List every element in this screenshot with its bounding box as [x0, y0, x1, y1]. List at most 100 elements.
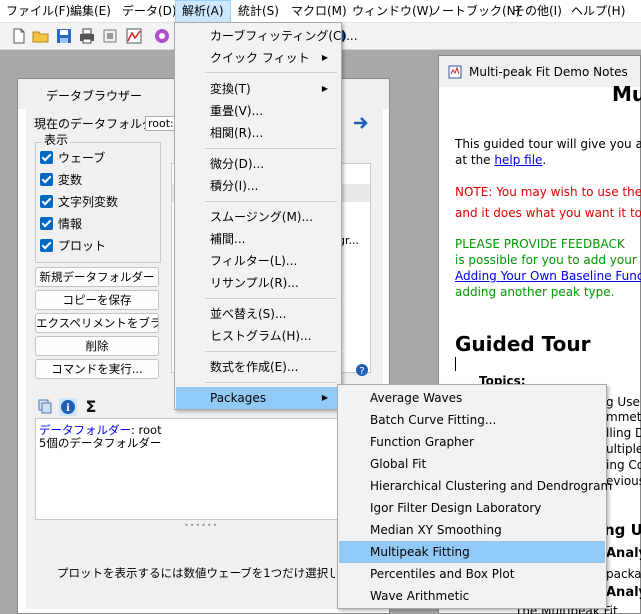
checkbox-variables[interactable]: 変数 [40, 173, 82, 189]
package-function-grapher[interactable]: Function Grapher [339, 431, 605, 453]
notes-subheading: Analy [606, 546, 641, 561]
checkbox-info[interactable]: 情報 [40, 217, 82, 233]
menu-item-differentiate[interactable]: 微分(D)... [176, 153, 340, 175]
package-wave-arithmetic[interactable]: Wave Arithmetic [339, 585, 605, 607]
page-setup-icon[interactable] [101, 27, 119, 45]
analysis-menu: カーブフィッティング(C)... クイック フィット ▶ 変換(T) ▶ 重畳(V)… [174, 22, 358, 410]
folder-count-text: 5個のデータフォルダー [39, 436, 162, 450]
menu-misc[interactable]: その他(I) [507, 0, 568, 23]
menu-item-histogram[interactable]: ヒストグラム(H)... [176, 325, 340, 347]
notes-section-heading: ng Us [604, 521, 641, 539]
package-global-fit[interactable]: Global Fit [339, 453, 605, 475]
notes-subheading: Analy [606, 585, 641, 600]
print-icon[interactable] [78, 27, 96, 45]
sigma-icon[interactable]: Σ [83, 398, 99, 414]
menu-help[interactable]: ヘルプ(H) [565, 0, 631, 23]
notes-fragment: ing Com [606, 458, 641, 472]
notes-fragment: ultiple [606, 442, 641, 456]
package-average-waves[interactable]: Average Waves [339, 387, 605, 409]
splitter-handle[interactable]: •••••• [184, 521, 218, 530]
new-file-icon[interactable] [10, 27, 28, 45]
checkbox-checked-icon [40, 217, 53, 230]
notes-fragment: packag [606, 567, 641, 581]
notes-feedback-line4: adding another peak type. [455, 285, 615, 299]
package-median-xy-smoothing[interactable]: Median XY Smoothing [339, 519, 605, 541]
open-folder-icon[interactable] [32, 27, 50, 45]
notes-paragraph-line2: at the help file. [455, 153, 547, 167]
checkbox-info-label: 情報 [58, 217, 83, 231]
package-batch-curve-fitting[interactable]: Batch Curve Fitting... [339, 409, 605, 431]
menu-separator [205, 351, 337, 352]
submenu-arrow-icon: ▶ [321, 393, 328, 402]
menu-analysis[interactable]: 解析(A) [175, 0, 231, 23]
menu-item-sort[interactable]: 並べ替え(S)... [176, 303, 340, 325]
current-folder-field[interactable]: root: [145, 116, 175, 131]
checkbox-waves[interactable]: ウェーブ [40, 151, 105, 167]
notebook-icon [448, 65, 462, 79]
menu-item-quick-fit[interactable]: クイック フィット ▶ [176, 47, 340, 69]
menu-separator [205, 72, 337, 73]
copy-icon[interactable] [37, 398, 53, 414]
checkbox-waves-label: ウェーブ [58, 151, 106, 165]
help-icon[interactable]: ? [355, 363, 369, 377]
menu-data[interactable]: データ(D) [116, 0, 183, 23]
menu-macros[interactable]: マクロ(M) [285, 0, 353, 23]
svg-text:?: ? [359, 366, 364, 377]
data-browser-title: データブラウザー [46, 89, 143, 103]
menu-separator [205, 382, 337, 383]
notes-fragment: mmetric [606, 410, 641, 424]
baseline-func-link[interactable]: Adding Your Own Baseline Func [455, 269, 641, 283]
checkbox-plot[interactable]: プロット [40, 239, 106, 255]
menu-item-interpolate[interactable]: 補間... [176, 228, 340, 250]
checkbox-checked-icon [40, 239, 53, 252]
info-panel: データフォルダー: root 5個のデータフォルダー [35, 418, 359, 520]
menu-item-convolve[interactable]: 重畳(V)... [176, 100, 340, 122]
notes-note-line1: NOTE: You may wish to use the [455, 185, 641, 199]
notes-feedback-line1: PLEASE PROVIDE FEEDBACK [455, 237, 625, 251]
browse-experiment-button[interactable]: エクスペリメントをブラウズ... [35, 313, 159, 333]
delete-button[interactable]: 削除 [35, 336, 159, 356]
graph-icon[interactable] [125, 27, 143, 45]
color-wheel-icon[interactable] [153, 27, 171, 45]
package-percentiles-box-plot[interactable]: Percentiles and Box Plot [339, 563, 605, 585]
save-copy-button[interactable]: コピーを保存 [35, 290, 159, 310]
menu-item-curve-fitting[interactable]: カーブフィッティング(C)... [176, 25, 358, 47]
menu-item-filter[interactable]: フィルター(L)... [176, 250, 340, 272]
checkbox-checked-icon [40, 173, 53, 186]
execute-command-button[interactable]: コマンドを実行... [35, 359, 159, 379]
notes-feedback-line3: Adding Your Own Baseline Func [455, 269, 641, 283]
notes-heading: Mul [612, 82, 641, 106]
save-icon[interactable] [55, 27, 73, 45]
menu-edit[interactable]: 編集(E) [64, 0, 117, 23]
menu-item-compose-expression[interactable]: 数式を作成(E)... [176, 356, 340, 378]
arrow-right-icon[interactable] [352, 115, 370, 131]
plot-hint-text: プロットを表示するには数値ウェーブを1つだけ選択してください [57, 566, 335, 580]
menu-item-correlate[interactable]: 相関(R)... [176, 122, 340, 144]
notes-title: Multi-peak Fit Demo Notes [469, 65, 628, 79]
notes-paragraph: This guided tour will give you an [455, 137, 641, 151]
new-data-folder-button[interactable]: 新規データフォルダー [35, 267, 159, 287]
notes-note-line2: and it does what you want it to d [455, 206, 641, 220]
submenu-arrow-icon: ▶ [321, 53, 328, 62]
menu-item-resample[interactable]: リサンプル(R)... [176, 272, 340, 294]
svg-text:Σ: Σ [86, 398, 97, 414]
package-hierarchical-clustering[interactable]: Hierarchical Clustering and Dendrogram [339, 475, 612, 497]
info-icon[interactable]: i [59, 398, 77, 416]
menu-item-integrate[interactable]: 積分(I)... [176, 175, 340, 197]
checkbox-strings-label: 文字列変数 [58, 195, 119, 209]
package-filter-design-lab[interactable]: Igor Filter Design Laboratory [339, 497, 605, 519]
notes-fragment: lling D [606, 426, 641, 440]
help-file-link[interactable]: help file [494, 153, 542, 167]
menu-statistics[interactable]: 統計(S) [232, 0, 285, 23]
checkbox-strings[interactable]: 文字列変数 [40, 195, 118, 211]
package-multipeak-fitting[interactable]: Multipeak Fitting [339, 541, 605, 563]
menu-item-packages[interactable]: Packages ▶ [176, 387, 340, 409]
menu-bar: ファイル(F) 編集(E) データ(D) 解析(A) 統計(S) マクロ(M) … [0, 0, 641, 23]
menu-separator [205, 298, 337, 299]
svg-text:i: i [66, 403, 70, 414]
text-cursor [455, 357, 456, 371]
notes-fragment: g Use [606, 395, 640, 409]
notes-titlebar[interactable]: Multi-peak Fit Demo Notes [439, 56, 640, 87]
menu-item-smooth[interactable]: スムージング(M)... [176, 206, 340, 228]
menu-item-transform[interactable]: 変換(T) ▶ [176, 78, 340, 100]
